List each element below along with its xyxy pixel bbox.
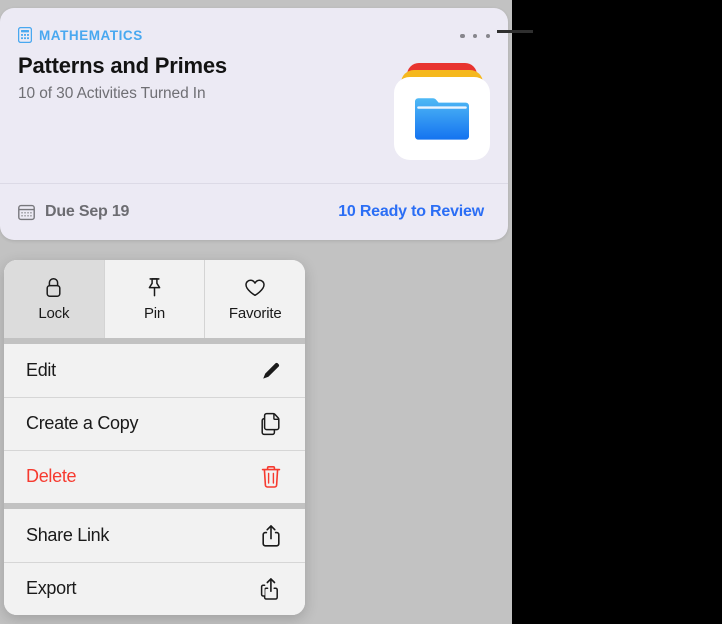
subject-row: MATHEMATICS (18, 26, 488, 44)
calendar-icon (18, 204, 35, 221)
menu-item-delete[interactable]: Delete (4, 450, 305, 503)
quick-action-label: Lock (38, 305, 69, 322)
trash-icon (259, 465, 283, 489)
duplicate-icon (259, 412, 283, 436)
lock-icon (45, 277, 62, 299)
screen-root: MATHEMATICS Patterns and Primes 10 of 30… (0, 0, 722, 624)
assignment-card-footer: Due Sep 19 10 Ready to Review (0, 183, 508, 240)
menu-group-secondary: Share Link Export (4, 509, 305, 615)
ready-to-review-link[interactable]: 10 Ready to Review (338, 203, 484, 221)
share-icon (259, 524, 283, 548)
quick-action-lock[interactable]: Lock (4, 260, 105, 338)
menu-group-primary: Edit Create a Copy Del (4, 344, 305, 503)
pencil-icon (259, 359, 283, 383)
due-date-label: Due Sep 19 (45, 203, 129, 221)
menu-item-edit[interactable]: Edit (4, 344, 305, 397)
quick-action-label: Favorite (229, 305, 282, 322)
menu-item-label: Share Link (26, 525, 109, 546)
quick-action-pin[interactable]: Pin (105, 260, 206, 338)
quick-action-favorite[interactable]: Favorite (205, 260, 305, 338)
heart-icon (244, 277, 266, 299)
folder-icon (412, 97, 472, 141)
quick-actions-row: Lock Pin Favorite (4, 260, 305, 338)
menu-item-create-a-copy[interactable]: Create a Copy (4, 397, 305, 450)
context-menu: Lock Pin Favorite (4, 260, 305, 615)
menu-item-label: Export (26, 578, 76, 599)
menu-item-export[interactable]: Export (4, 562, 305, 615)
menu-item-label: Delete (26, 466, 76, 487)
ellipsis-dot (486, 34, 491, 39)
pin-icon (146, 277, 163, 299)
assignment-card[interactable]: MATHEMATICS Patterns and Primes 10 of 30… (0, 8, 508, 240)
menu-item-label: Create a Copy (26, 413, 138, 434)
calculator-icon (18, 27, 32, 43)
menu-item-share-link[interactable]: Share Link (4, 509, 305, 562)
export-share-stack-icon (259, 577, 283, 601)
due-group: Due Sep 19 (18, 203, 129, 221)
assignment-thumbnail (394, 55, 490, 160)
quick-action-label: Pin (144, 305, 165, 322)
ellipsis-dot (473, 34, 478, 39)
menu-item-label: Edit (26, 360, 56, 381)
ellipsis-dot (460, 34, 465, 39)
assignment-card-body: MATHEMATICS Patterns and Primes 10 of 30… (0, 8, 508, 183)
callout-leader-line (497, 30, 533, 33)
ellipsis-icon[interactable] (460, 28, 490, 44)
subject-label: MATHEMATICS (39, 28, 143, 43)
